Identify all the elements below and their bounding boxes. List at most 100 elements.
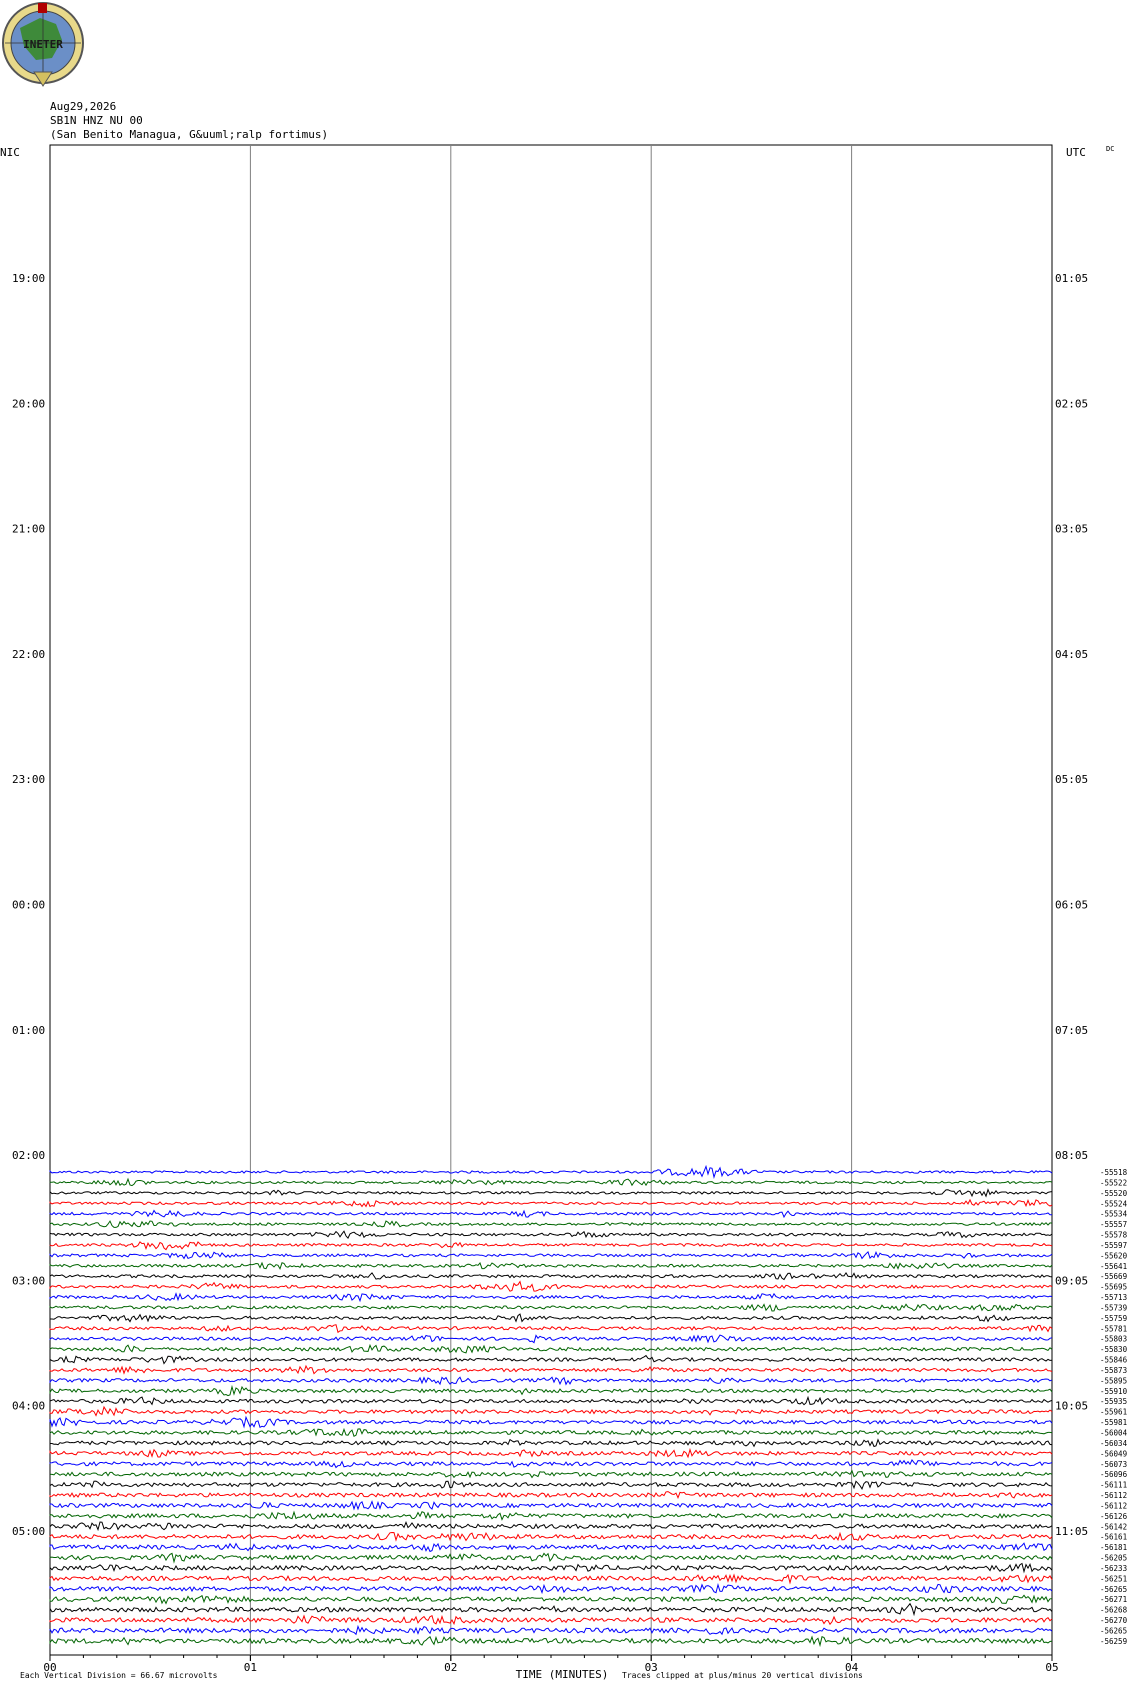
seismic-trace [49, 1395, 1053, 1406]
seismic-trace [49, 1582, 1053, 1595]
left-zone-label: NIC [0, 146, 20, 159]
dc-label: DC [1106, 145, 1114, 153]
trace-amplitude-label: -56251 [1100, 1574, 1127, 1583]
seismic-trace [49, 1635, 1053, 1648]
seismic-trace [49, 1230, 1053, 1239]
trace-amplitude-label: -55873 [1100, 1366, 1127, 1375]
right-zone-label: UTC [1066, 146, 1086, 159]
seismic-trace [49, 1552, 1053, 1564]
left-hour-label: 02:00 [12, 1149, 45, 1162]
trace-amplitude-label: -56268 [1100, 1606, 1128, 1615]
left-hour-label: 21:00 [12, 523, 45, 536]
chart-grid [49, 144, 1053, 1661]
trace-amplitude-label: -55830 [1100, 1345, 1128, 1354]
trace-amplitude-label: -55520 [1100, 1189, 1128, 1198]
right-hour-label: 10:05 [1055, 1400, 1088, 1413]
trace-amplitude-label: -55669 [1100, 1272, 1127, 1281]
seismic-trace [49, 1562, 1053, 1574]
seismic-trace [49, 1521, 1053, 1532]
trace-amplitude-label: -55557 [1100, 1220, 1127, 1229]
seismic-trace [49, 1427, 1053, 1438]
right-hour-label: 08:05 [1055, 1149, 1088, 1162]
right-hour-label: 01:05 [1055, 272, 1088, 285]
trace-amplitude-label: -55910 [1100, 1387, 1128, 1396]
helicorder-chart: 00 01 02 03 04 0519:0020:0021:0022:0023:0000:… [0, 144, 1128, 1681]
seismic-trace [49, 1573, 1053, 1585]
trace-amplitude-label: -56073 [1100, 1460, 1127, 1469]
seismic-trace [49, 1491, 1053, 1500]
clip-text: Traces clipped at plus/minus 20 vertical… [622, 1671, 863, 1680]
left-hour-label: 04:00 [12, 1400, 45, 1413]
trace-amplitude-label: -55781 [1100, 1324, 1127, 1333]
seismic-trace [49, 1364, 1053, 1375]
left-hour-label: 05:00 [12, 1525, 45, 1538]
plot-frame [49, 144, 1053, 1656]
trace-amplitude-label: -56111 [1100, 1481, 1127, 1490]
right-hour-label: 11:05 [1055, 1525, 1088, 1538]
trace-amplitude-label: -56205 [1100, 1554, 1127, 1563]
trace-amplitude-label: -55578 [1100, 1231, 1128, 1240]
trace-amplitude-label: -55961 [1100, 1408, 1127, 1417]
trace-amplitude-label: -55524 [1100, 1199, 1128, 1208]
left-hour-label: 23:00 [12, 773, 45, 786]
trace-amplitude-label: -56271 [1100, 1595, 1127, 1604]
seismic-trace [49, 1415, 1053, 1429]
trace-amplitude-label: -55846 [1100, 1356, 1128, 1365]
seismic-trace [49, 1324, 1053, 1334]
seismic-trace [49, 1405, 1053, 1417]
trace-amplitude-label: -55695 [1100, 1283, 1127, 1292]
seismic-trace [49, 1313, 1053, 1323]
trace-amplitude-label: -55641 [1100, 1262, 1127, 1271]
seismic-trace [49, 1469, 1053, 1479]
seismic-trace [49, 1261, 1053, 1271]
seismic-trace [49, 1250, 1053, 1260]
right-hour-label: 04:05 [1055, 648, 1088, 661]
trace-amplitude-label: -56126 [1100, 1512, 1128, 1521]
left-hour-label: 01:00 [12, 1024, 45, 1037]
right-hour-label: 05:05 [1055, 773, 1088, 786]
seismic-trace [49, 1209, 1052, 1219]
scale-text: Each Vertical Division = 66.67 microvolt… [20, 1671, 218, 1680]
seismic-trace [49, 1459, 1053, 1469]
trace-series [49, 1164, 1053, 1648]
trace-amplitude-label: -56142 [1100, 1522, 1127, 1531]
seismic-trace [49, 1354, 1053, 1365]
right-hour-label: 02:05 [1055, 397, 1088, 410]
right-hour-label: 07:05 [1055, 1024, 1088, 1037]
trace-amplitude-label: -56233 [1100, 1564, 1127, 1573]
trace-amplitude-label: -56265 [1100, 1585, 1127, 1594]
left-hour-label: 03:00 [12, 1274, 45, 1287]
seismic-trace [49, 1624, 1053, 1636]
trace-amplitude-label: -56112 [1100, 1501, 1127, 1510]
seismic-trace [49, 1343, 1053, 1354]
trace-amplitude-label: -55518 [1100, 1168, 1128, 1177]
trace-amplitude-label: -55759 [1100, 1314, 1127, 1323]
seismic-trace [49, 1303, 1053, 1312]
right-hour-label: 09:05 [1055, 1274, 1088, 1287]
seismic-trace [49, 1447, 1053, 1459]
trace-amplitude-label: -56004 [1100, 1429, 1128, 1438]
trace-amplitude-label: -55895 [1100, 1376, 1127, 1385]
trace-amplitude-label: -55620 [1100, 1251, 1128, 1260]
trace-amplitude-label: -55597 [1100, 1241, 1127, 1250]
seismic-trace [49, 1542, 1053, 1553]
seismic-trace [49, 1220, 1053, 1228]
seismic-trace [49, 1594, 1053, 1605]
x-axis-label: TIME (MINUTES) [516, 1668, 609, 1681]
trace-amplitude-label: -55739 [1100, 1303, 1127, 1312]
trace-amplitude-label: -56034 [1100, 1439, 1128, 1448]
seismic-trace [49, 1334, 1053, 1344]
seismic-trace [49, 1376, 1053, 1386]
seismic-trace [49, 1241, 1053, 1251]
trace-amplitude-label: -55534 [1100, 1210, 1128, 1219]
seismic-trace [49, 1614, 1053, 1626]
x-tick-label: 02 [444, 1661, 457, 1674]
trace-amplitude-label: -55803 [1100, 1335, 1127, 1344]
trace-amplitude-label: -55935 [1100, 1397, 1127, 1406]
x-tick-label: 05 [1045, 1661, 1058, 1674]
seismic-trace [49, 1188, 1053, 1198]
trace-amplitude-label: -56161 [1100, 1533, 1127, 1542]
trace-amplitude-label: -56181 [1100, 1543, 1127, 1552]
x-tick-label: 01 [244, 1661, 257, 1674]
seismic-trace [49, 1510, 1053, 1521]
